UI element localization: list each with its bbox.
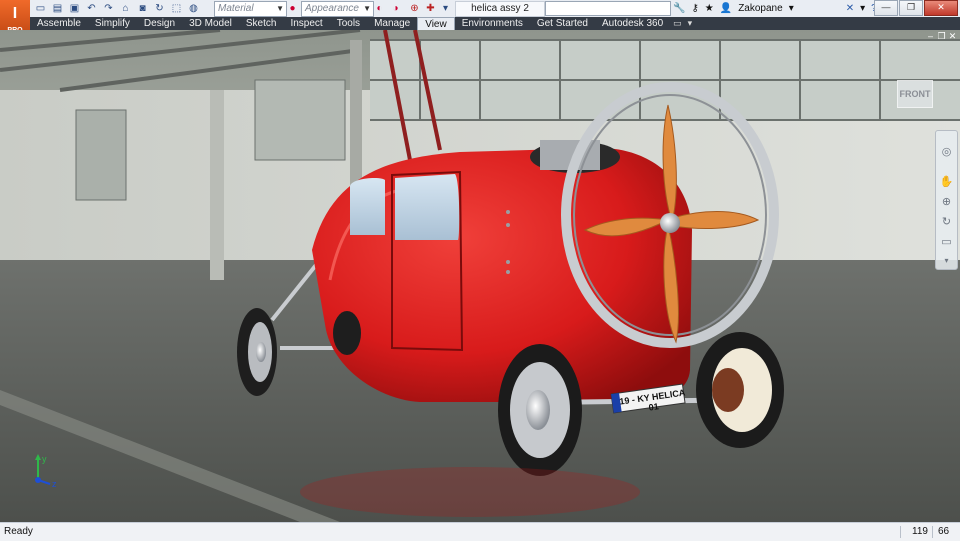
window-controls: — ❐ ✕ bbox=[874, 0, 958, 16]
viewport-close-icon[interactable]: ✕ bbox=[948, 32, 957, 41]
home-icon[interactable]: ⌂ bbox=[119, 2, 132, 15]
navbar-chevron-icon[interactable]: ▾ bbox=[939, 253, 954, 268]
adjust-appearance-icon[interactable]: ◑ bbox=[389, 2, 402, 15]
tab-3d-model[interactable]: 3D Model bbox=[182, 17, 239, 30]
search-input[interactable] bbox=[545, 1, 671, 16]
wrench-icon[interactable]: 🔧 bbox=[673, 3, 685, 14]
triad-z-label: z bbox=[52, 479, 57, 489]
material-dropdown[interactable]: Material ▼ bbox=[214, 1, 287, 17]
quick-access-icons: ▭ ▤ ▣ ↶ ↷ ⌂ ◙ ↻ ⬚ ◍ bbox=[34, 2, 200, 15]
tab-view[interactable]: View bbox=[417, 16, 455, 31]
user-icon: 👤 bbox=[719, 2, 733, 14]
select-icon[interactable]: ⬚ bbox=[170, 2, 183, 15]
crosshair-icon[interactable]: ✚ bbox=[424, 2, 437, 15]
chevron-down-icon: ▼ bbox=[363, 4, 371, 13]
viewport-restore-icon[interactable]: ❐ bbox=[937, 32, 946, 41]
viewport-minimize-icon[interactable]: – bbox=[926, 32, 935, 41]
user-name[interactable]: Zakopane bbox=[738, 3, 782, 14]
viewport-window-controls: – ❐ ✕ bbox=[926, 32, 957, 41]
zoom-icon[interactable]: ⊕ bbox=[939, 195, 954, 210]
coordinate-triad: y z bbox=[28, 450, 68, 490]
exchange-icon[interactable]: ✕ bbox=[846, 3, 854, 14]
save-icon[interactable]: ▣ bbox=[68, 2, 81, 15]
key-icon[interactable]: ⚷ bbox=[691, 3, 698, 14]
tab-get-started[interactable]: Get Started bbox=[530, 17, 595, 30]
ribbon-tab-bar: Assemble Simplify Design 3D Model Sketch… bbox=[30, 16, 960, 31]
pan-icon[interactable]: ✋ bbox=[939, 175, 954, 190]
orbit-icon[interactable]: ↻ bbox=[939, 215, 954, 230]
appearance-dropdown-text: Appearance bbox=[305, 3, 359, 14]
user-menu-chevron-icon[interactable]: ▾ bbox=[789, 3, 794, 14]
open-folder-icon[interactable]: ▤ bbox=[51, 2, 64, 15]
tab-sketch[interactable]: Sketch bbox=[239, 17, 284, 30]
viewcube-face-label[interactable]: FRONT bbox=[897, 80, 933, 108]
tab-autodesk-360[interactable]: Autodesk 360 bbox=[595, 17, 670, 30]
status-value-1: 119 bbox=[912, 526, 928, 537]
ribbon-display-icon[interactable]: ▭ bbox=[670, 18, 685, 29]
status-bar: Ready 119 66 bbox=[0, 522, 960, 541]
graphics-viewport[interactable]: 19 - KY HELICA 01 – ❐ ✕ FRONT ◎ ✋ ⊕ ↻ ▭ … bbox=[0, 30, 960, 522]
appearance-dropdown[interactable]: Appearance ▼ bbox=[301, 1, 374, 17]
app-logo-letter: I bbox=[12, 5, 18, 22]
clear-appearance-icon[interactable]: ◐ bbox=[373, 2, 386, 15]
measure-icon[interactable]: ⊕ bbox=[408, 2, 421, 15]
inventor-window: I PRO ▭ ▤ ▣ ↶ ↷ ⌂ ◙ ↻ ⬚ ◍ Material ▼ ● A… bbox=[0, 0, 960, 541]
camera-icon[interactable]: ◙ bbox=[136, 2, 149, 15]
tab-assemble[interactable]: Assemble bbox=[30, 17, 88, 30]
close-icon[interactable]: ✕ bbox=[924, 0, 958, 16]
material-dropdown-text: Material bbox=[218, 3, 254, 14]
restore-icon[interactable]: ❐ bbox=[899, 0, 923, 16]
scene-render bbox=[0, 30, 960, 522]
qat-customize-icon[interactable]: ▾ bbox=[439, 2, 452, 15]
chevron-down-icon: ▼ bbox=[276, 4, 284, 13]
ribbon-options-chevron-icon[interactable]: ▾ bbox=[685, 18, 696, 29]
document-title: helica assy 2 bbox=[455, 1, 545, 17]
update-icon[interactable]: ↻ bbox=[153, 2, 166, 15]
status-text: Ready bbox=[4, 526, 33, 537]
viewcube[interactable]: FRONT bbox=[893, 72, 937, 110]
tab-simplify[interactable]: Simplify bbox=[88, 17, 137, 30]
tab-design[interactable]: Design bbox=[137, 17, 182, 30]
tab-manage[interactable]: Manage bbox=[367, 17, 417, 30]
user-area: 🔧 ⚷ ★ 👤 Zakopane ▾ ✕ ▾ ? ▾ bbox=[673, 1, 888, 15]
triad-y-label: y bbox=[42, 454, 47, 464]
status-value-2: 66 bbox=[938, 526, 950, 537]
star-icon[interactable]: ★ bbox=[705, 3, 714, 14]
cloud-icon[interactable]: ▾ bbox=[860, 3, 865, 14]
new-file-icon[interactable]: ▭ bbox=[34, 2, 47, 15]
redo-icon[interactable]: ↷ bbox=[102, 2, 115, 15]
quick-access-toolbar: I PRO ▭ ▤ ▣ ↶ ↷ ⌂ ◙ ↻ ⬚ ◍ Material ▼ ● A… bbox=[0, 0, 960, 36]
minimize-icon[interactable]: — bbox=[874, 0, 898, 16]
navigation-bar: ◎ ✋ ⊕ ↻ ▭ ▾ bbox=[935, 130, 958, 270]
globe-icon[interactable]: ◍ bbox=[187, 2, 200, 15]
tab-environments[interactable]: Environments bbox=[455, 17, 530, 30]
steering-wheel-icon[interactable]: ◎ bbox=[939, 145, 954, 160]
appearance-icon: ● bbox=[289, 3, 296, 14]
look-at-icon[interactable]: ▭ bbox=[939, 235, 954, 250]
tab-inspect[interactable]: Inspect bbox=[283, 17, 329, 30]
undo-icon[interactable]: ↶ bbox=[85, 2, 98, 15]
tab-tools[interactable]: Tools bbox=[330, 17, 367, 30]
